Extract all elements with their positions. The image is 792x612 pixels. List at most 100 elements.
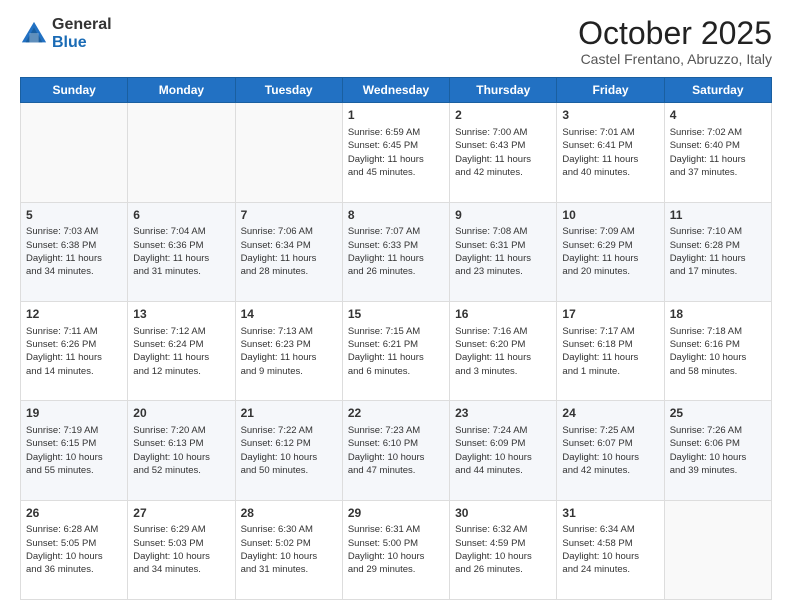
day-info: Sunrise: 7:23 AM [348, 424, 444, 437]
day-info: Sunrise: 7:10 AM [670, 225, 766, 238]
day-info: Sunset: 6:09 PM [455, 437, 551, 450]
day-info: Daylight: 10 hours [133, 550, 229, 563]
day-info: and 26 minutes. [348, 265, 444, 278]
logo-text: General Blue [52, 16, 112, 51]
day-info: Daylight: 11 hours [26, 351, 122, 364]
day-number: 16 [455, 306, 551, 323]
logo-icon [20, 20, 48, 48]
week-row-2: 12Sunrise: 7:11 AMSunset: 6:26 PMDayligh… [21, 301, 772, 400]
day-info: Sunrise: 7:24 AM [455, 424, 551, 437]
day-info: Sunrise: 7:26 AM [670, 424, 766, 437]
day-info: Sunset: 5:05 PM [26, 537, 122, 550]
day-info: Sunset: 4:58 PM [562, 537, 658, 550]
day-info: and 31 minutes. [133, 265, 229, 278]
day-info: and 26 minutes. [455, 563, 551, 576]
day-number: 27 [133, 505, 229, 522]
month-title: October 2025 [578, 16, 772, 51]
day-info: Sunset: 4:59 PM [455, 537, 551, 550]
day-info: and 50 minutes. [241, 464, 337, 477]
table-row: 29Sunrise: 6:31 AMSunset: 5:00 PMDayligh… [342, 500, 449, 599]
day-info: Sunset: 6:34 PM [241, 239, 337, 252]
day-number: 12 [26, 306, 122, 323]
table-row: 9Sunrise: 7:08 AMSunset: 6:31 PMDaylight… [450, 202, 557, 301]
day-info: and 29 minutes. [348, 563, 444, 576]
day-info: and 12 minutes. [133, 365, 229, 378]
day-info: Sunset: 5:00 PM [348, 537, 444, 550]
day-info: Sunrise: 6:31 AM [348, 523, 444, 536]
day-info: Sunrise: 7:06 AM [241, 225, 337, 238]
day-info: and 34 minutes. [133, 563, 229, 576]
day-info: Sunset: 6:26 PM [26, 338, 122, 351]
day-info: Daylight: 11 hours [241, 252, 337, 265]
day-info: Sunset: 6:36 PM [133, 239, 229, 252]
day-number: 29 [348, 505, 444, 522]
day-info: and 28 minutes. [241, 265, 337, 278]
day-info: Sunrise: 6:30 AM [241, 523, 337, 536]
day-info: and 44 minutes. [455, 464, 551, 477]
day-info: Sunset: 6:23 PM [241, 338, 337, 351]
day-info: Sunrise: 7:01 AM [562, 126, 658, 139]
day-number: 2 [455, 107, 551, 124]
table-row: 11Sunrise: 7:10 AMSunset: 6:28 PMDayligh… [664, 202, 771, 301]
table-row: 6Sunrise: 7:04 AMSunset: 6:36 PMDaylight… [128, 202, 235, 301]
day-number: 4 [670, 107, 766, 124]
day-info: Sunrise: 6:28 AM [26, 523, 122, 536]
day-info: Daylight: 10 hours [670, 351, 766, 364]
col-sunday: Sunday [21, 78, 128, 103]
title-block: October 2025 Castel Frentano, Abruzzo, I… [578, 16, 772, 67]
table-row: 25Sunrise: 7:26 AMSunset: 6:06 PMDayligh… [664, 401, 771, 500]
day-info: Sunrise: 7:20 AM [133, 424, 229, 437]
day-info: Daylight: 10 hours [241, 550, 337, 563]
day-number: 11 [670, 207, 766, 224]
table-row: 14Sunrise: 7:13 AMSunset: 6:23 PMDayligh… [235, 301, 342, 400]
day-info: Sunrise: 7:18 AM [670, 325, 766, 338]
day-number: 8 [348, 207, 444, 224]
day-info: Sunset: 6:45 PM [348, 139, 444, 152]
col-thursday: Thursday [450, 78, 557, 103]
table-row [235, 103, 342, 202]
day-info: Sunrise: 7:19 AM [26, 424, 122, 437]
day-info: Daylight: 10 hours [455, 451, 551, 464]
day-number: 19 [26, 405, 122, 422]
day-info: Sunset: 5:03 PM [133, 537, 229, 550]
table-row: 19Sunrise: 7:19 AMSunset: 6:15 PMDayligh… [21, 401, 128, 500]
day-info: and 6 minutes. [348, 365, 444, 378]
day-info: Sunrise: 7:02 AM [670, 126, 766, 139]
day-info: Sunrise: 7:09 AM [562, 225, 658, 238]
day-info: and 14 minutes. [26, 365, 122, 378]
logo: General Blue [20, 16, 112, 51]
day-info: and 1 minute. [562, 365, 658, 378]
table-row: 12Sunrise: 7:11 AMSunset: 6:26 PMDayligh… [21, 301, 128, 400]
day-info: Daylight: 11 hours [455, 252, 551, 265]
day-info: Sunrise: 7:25 AM [562, 424, 658, 437]
table-row: 26Sunrise: 6:28 AMSunset: 5:05 PMDayligh… [21, 500, 128, 599]
table-row: 15Sunrise: 7:15 AMSunset: 6:21 PMDayligh… [342, 301, 449, 400]
day-info: Daylight: 11 hours [241, 351, 337, 364]
day-info: Sunset: 6:24 PM [133, 338, 229, 351]
day-number: 20 [133, 405, 229, 422]
table-row: 3Sunrise: 7:01 AMSunset: 6:41 PMDaylight… [557, 103, 664, 202]
day-info: Daylight: 11 hours [562, 351, 658, 364]
table-row [21, 103, 128, 202]
table-row [664, 500, 771, 599]
day-info: Sunrise: 7:07 AM [348, 225, 444, 238]
day-info: and 24 minutes. [562, 563, 658, 576]
day-info: Sunset: 6:07 PM [562, 437, 658, 450]
day-info: and 9 minutes. [241, 365, 337, 378]
header: General Blue October 2025 Castel Frentan… [20, 16, 772, 67]
day-info: Sunrise: 6:32 AM [455, 523, 551, 536]
day-number: 17 [562, 306, 658, 323]
day-info: Daylight: 11 hours [455, 153, 551, 166]
day-info: and 42 minutes. [455, 166, 551, 179]
day-info: Daylight: 10 hours [562, 451, 658, 464]
table-row: 31Sunrise: 6:34 AMSunset: 4:58 PMDayligh… [557, 500, 664, 599]
table-row: 28Sunrise: 6:30 AMSunset: 5:02 PMDayligh… [235, 500, 342, 599]
table-row: 21Sunrise: 7:22 AMSunset: 6:12 PMDayligh… [235, 401, 342, 500]
day-number: 15 [348, 306, 444, 323]
day-number: 1 [348, 107, 444, 124]
week-row-4: 26Sunrise: 6:28 AMSunset: 5:05 PMDayligh… [21, 500, 772, 599]
day-info: Sunset: 6:20 PM [455, 338, 551, 351]
page: General Blue October 2025 Castel Frentan… [0, 0, 792, 612]
table-row: 27Sunrise: 6:29 AMSunset: 5:03 PMDayligh… [128, 500, 235, 599]
day-number: 22 [348, 405, 444, 422]
